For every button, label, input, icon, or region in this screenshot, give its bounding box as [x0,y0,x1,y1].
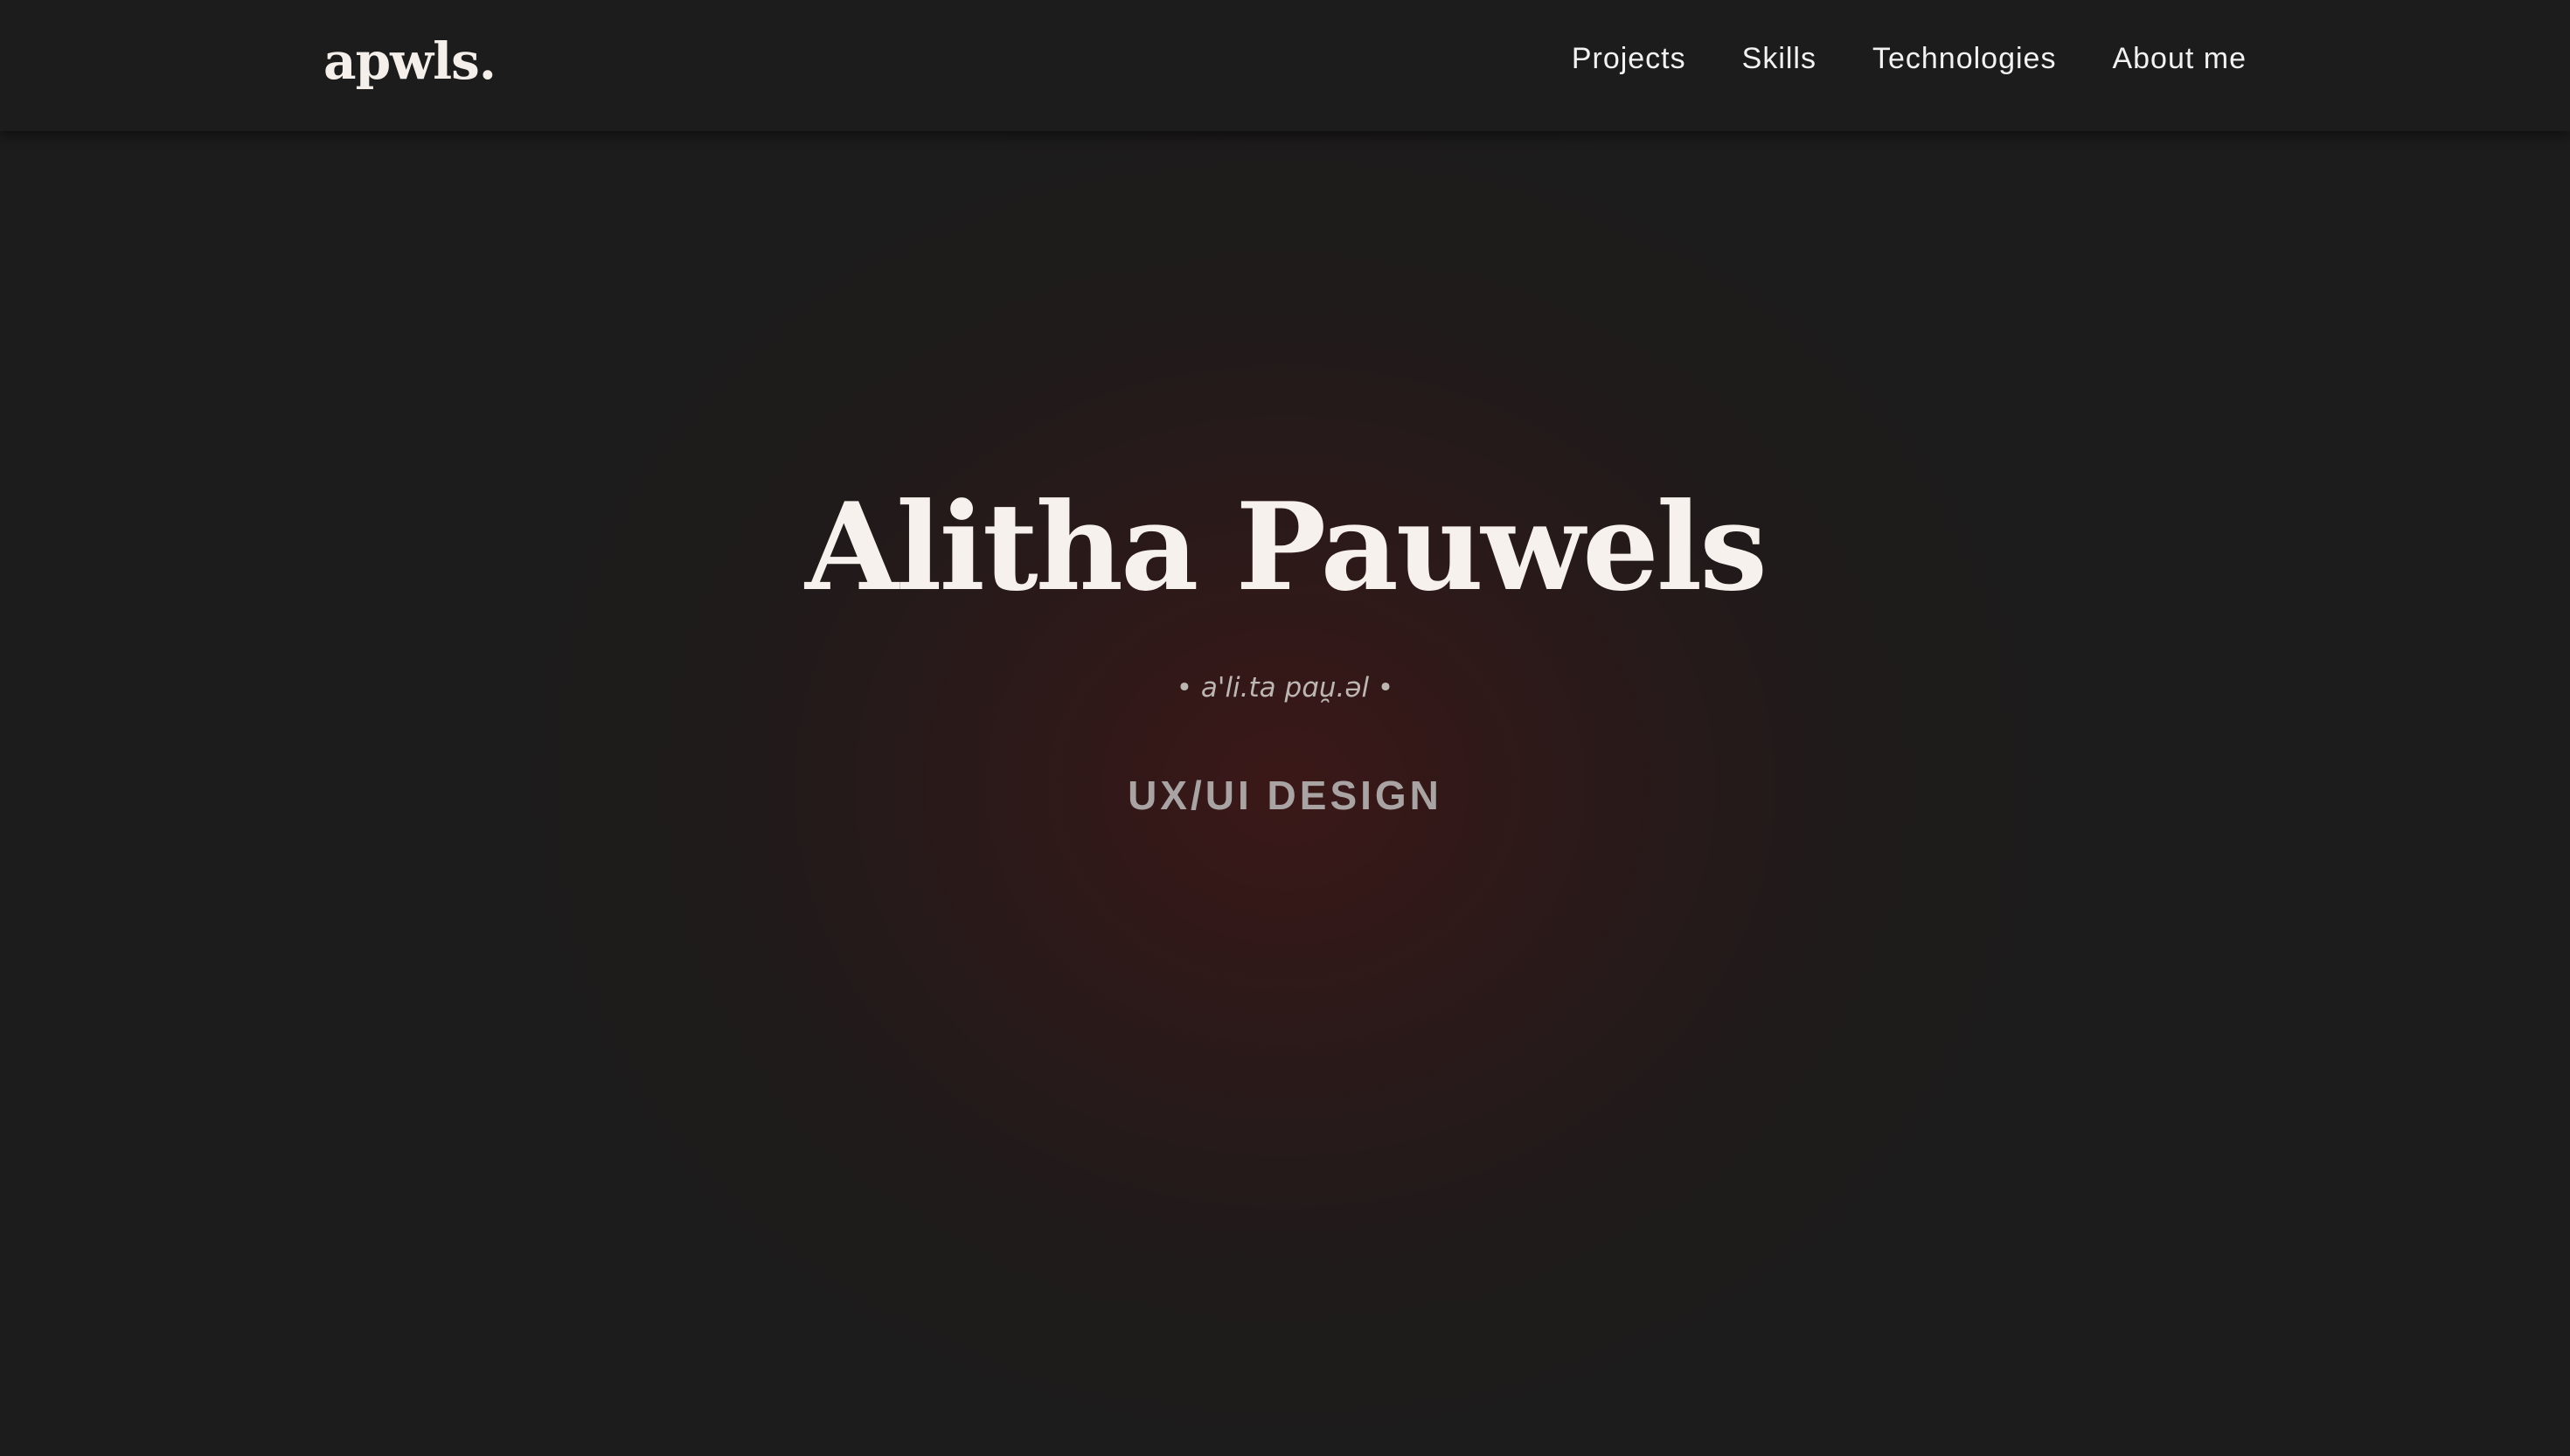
nav-link-about-me[interactable]: About me [2112,42,2247,75]
nav-item-technologies: Technologies [1872,37,2056,80]
hero-section: Alitha Pauwels • a'li.ta pɑu̯.əl • UX/UI… [0,131,2570,1456]
page: apwls. Projects Skills Technologies Abou… [0,0,2570,1456]
hero-pronunciation: • a'li.ta pɑu̯.əl • [1176,672,1394,704]
nav-link-skills[interactable]: Skills [1742,42,1816,75]
nav-item-skills: Skills [1742,37,1816,80]
nav-link-technologies[interactable]: Technologies [1872,42,2056,75]
main-nav: Projects Skills Technologies About me [1572,37,2247,80]
nav-link-projects[interactable]: Projects [1572,42,1686,75]
hero-role: UX/UI DESIGN [1128,773,1442,818]
site-logo[interactable]: apwls. [323,26,497,96]
top-navbar: apwls. Projects Skills Technologies Abou… [0,0,2570,131]
hero-name: Alitha Pauwels [805,475,1768,618]
nav-item-about-me: About me [2112,37,2247,80]
nav-item-projects: Projects [1572,37,1686,80]
